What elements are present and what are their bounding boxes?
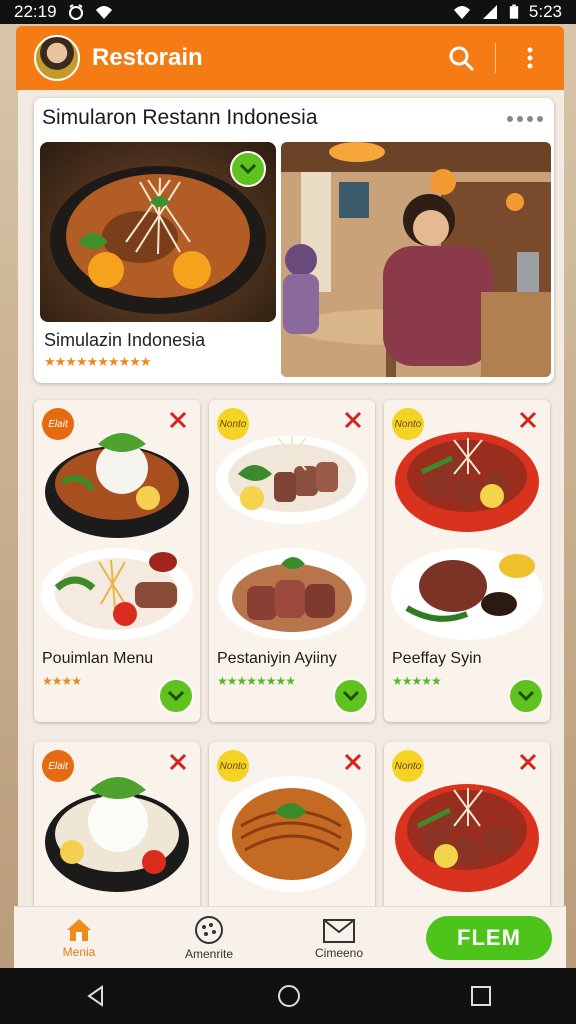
meatball-bowl-image (395, 784, 539, 892)
menu-card[interactable]: Nonto Peeffay Syin ★★★★★ (384, 400, 550, 722)
featured-title: Simulazin Indonesia (44, 330, 206, 350)
search-icon (449, 46, 474, 71)
bottom-nav: Menia Amenrite Cimeeno FLEM (14, 906, 566, 968)
wifi-signal-icon (453, 6, 470, 19)
status-time: 22:19 (14, 2, 57, 21)
beef-plate-image (218, 548, 366, 640)
chevron-down-icon (167, 690, 185, 702)
alarm-icon (68, 4, 83, 20)
card-rating: ★★★★★ (392, 674, 442, 688)
card-tag: Nonto (217, 750, 249, 782)
chevron-down-icon (517, 690, 535, 702)
chevron-down-icon (342, 690, 360, 702)
back-icon[interactable] (84, 984, 108, 1008)
nav-item-cimeeno[interactable]: Cimeeno (274, 907, 404, 969)
app-title: Restorain (92, 44, 203, 71)
close-icon[interactable] (343, 410, 363, 430)
card-tag: Nonto (217, 408, 249, 440)
rice-bowl-image (45, 777, 189, 892)
featured-header: Simularon Restann Indonesia (42, 106, 318, 129)
nav-label: Cimeeno (314, 945, 364, 960)
card-tag: Nonto (392, 750, 424, 782)
mixed-plate-image (41, 548, 193, 640)
close-icon[interactable] (168, 752, 188, 772)
card-tag: Elait (42, 750, 74, 782)
status-bar: 22:19 5:23 (0, 0, 576, 24)
recents-icon[interactable] (470, 985, 492, 1007)
close-icon[interactable] (343, 752, 363, 772)
close-icon[interactable] (518, 410, 538, 430)
card-tag: Elait (42, 408, 74, 440)
featured-rating: ★★★★★★★★★★ (44, 354, 152, 369)
card-title: Pestaniyin Ayiiny (217, 650, 337, 667)
home-icon (67, 918, 91, 941)
card-tag: Nonto (392, 408, 424, 440)
flem-button[interactable]: FLEM (426, 915, 552, 960)
steak-plate-image (391, 548, 543, 640)
close-icon[interactable] (518, 752, 538, 772)
dish-icon (195, 915, 223, 944)
card-title: Peeffay Syin (392, 650, 482, 667)
meatball-bowl-image (395, 432, 539, 532)
nav-label: Amenrite (184, 946, 234, 961)
wifi-icon (95, 6, 112, 19)
card-title: Pouimlan Menu (42, 650, 154, 667)
status-battery-text: 5:23 (528, 2, 562, 21)
app-bar: Restorain (16, 26, 564, 90)
menu-grid: Elait Pouimlan Menu ★★★★ Nonto Pestaniyi… (34, 400, 550, 912)
menu-card[interactable]: Nonto (384, 742, 550, 912)
home-circle-icon[interactable] (277, 984, 301, 1008)
nav-item-amenrite[interactable]: Amenrite (144, 907, 274, 969)
menu-card[interactable]: Nonto (209, 742, 375, 912)
cell-signal-icon (482, 5, 497, 19)
menu-card[interactable]: Elait (34, 742, 200, 912)
select-button[interactable] (508, 678, 544, 714)
main-content: Simularon Restann Indonesia Simulazin In… (18, 90, 564, 912)
menu-card[interactable]: Elait Pouimlan Menu ★★★★ (34, 400, 200, 722)
card-rating: ★★★★ (42, 674, 82, 688)
featured-select-button[interactable] (230, 151, 266, 187)
avatar[interactable] (34, 35, 80, 81)
mail-icon (323, 918, 355, 943)
rice-bowl-image (45, 433, 189, 538)
noodle-plate-image (218, 776, 366, 892)
select-button[interactable] (158, 678, 194, 714)
more-vert-icon (527, 47, 533, 69)
restaurant-scene-image (281, 142, 551, 377)
battery-icon (509, 4, 519, 19)
close-icon[interactable] (168, 410, 188, 430)
select-button[interactable] (333, 678, 369, 714)
featured-card[interactable]: Simularon Restann Indonesia Simulazin In… (34, 98, 554, 383)
system-nav-bar (0, 968, 576, 1024)
restaurant-photo[interactable] (281, 142, 551, 377)
app-bar-divider (495, 43, 496, 73)
search-button[interactable] (443, 40, 479, 76)
overflow-menu-button[interactable] (512, 40, 548, 76)
nav-label: Menia (62, 944, 96, 959)
more-horizontal-icon[interactable] (506, 114, 546, 124)
menu-card[interactable]: Nonto Pestaniyin Ayiiny ★★★★★★★★ (209, 400, 375, 722)
chevron-down-icon (239, 163, 257, 175)
card-rating: ★★★★★★★★ (217, 674, 296, 688)
nav-item-menia[interactable]: Menia (14, 907, 144, 969)
